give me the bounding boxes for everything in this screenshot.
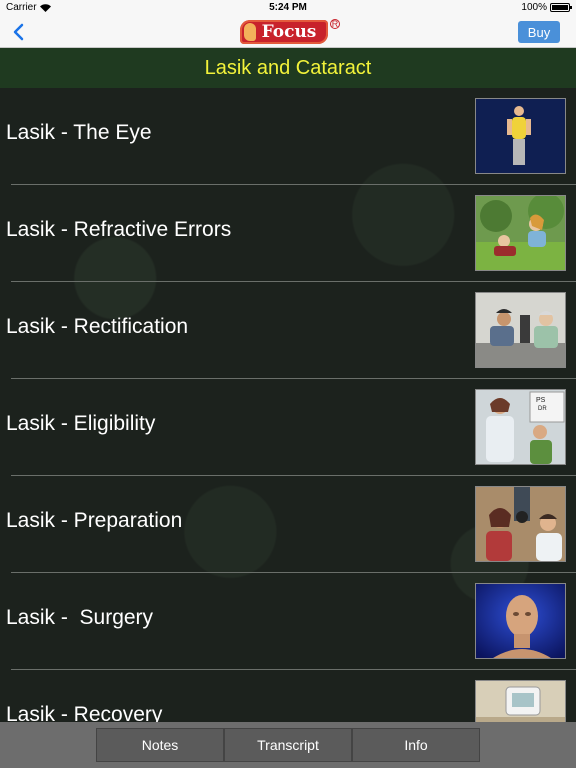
- tab-transcript[interactable]: Transcript: [224, 728, 352, 762]
- tab-info[interactable]: Info: [352, 728, 480, 762]
- section-header: Lasik and Cataract: [0, 48, 576, 88]
- tab-notes[interactable]: Notes: [96, 728, 224, 762]
- battery-status: 100%: [521, 2, 572, 13]
- list-item[interactable]: Lasik - Surgery: [0, 573, 576, 670]
- svg-text:DR: DR: [538, 406, 547, 412]
- eye-exam-machine-thumbnail: [475, 292, 566, 368]
- list-item[interactable]: Lasik - Preparation: [0, 476, 576, 573]
- svg-text:PS: PS: [536, 397, 546, 404]
- status-bar: Carrier 5:24 PM 100%: [0, 0, 576, 16]
- couple-on-grass-thumbnail: [475, 195, 566, 271]
- list-item[interactable]: Lasik - The Eye: [0, 88, 576, 185]
- lesson-title: Lasik - The Eye: [6, 121, 152, 144]
- back-button[interactable]: [6, 20, 30, 44]
- lesson-title: Lasik - Surgery: [6, 606, 154, 629]
- logo-head-icon: [244, 23, 256, 41]
- eye-test-preparation-thumbnail: [475, 486, 566, 562]
- bottom-tab-bar: Notes Transcript Info: [0, 722, 576, 768]
- logo-text: Focus: [261, 22, 317, 42]
- list-item[interactable]: Lasik - Eligibility PS DR: [0, 379, 576, 476]
- lesson-title: Lasik - Recovery: [6, 703, 163, 722]
- lesson-list[interactable]: Lasik - The Eye Lasik - Refractive Error…: [0, 88, 576, 722]
- lesson-title: Lasik - Refractive Errors: [6, 218, 232, 241]
- list-item[interactable]: Lasik - Recovery: [0, 670, 576, 722]
- lesson-title: Lasik - Eligibility: [6, 412, 156, 435]
- head-3d-model-thumbnail: [475, 583, 566, 659]
- chevron-left-icon: [13, 23, 24, 41]
- section-title: Lasik and Cataract: [204, 56, 372, 79]
- doctor-patient-chart-thumbnail: PS DR: [475, 389, 566, 465]
- registered-mark: R: [330, 19, 340, 29]
- lesson-title: Lasik - Rectification: [6, 315, 189, 338]
- lesson-title: Lasik - Preparation: [6, 509, 183, 532]
- clock-device-thumbnail: [475, 680, 566, 722]
- list-item[interactable]: Lasik - Rectification: [0, 282, 576, 379]
- battery-icon: [550, 3, 572, 12]
- focus-logo: Focus: [240, 20, 328, 44]
- battery-percent: 100%: [521, 2, 547, 13]
- clock-time: 5:24 PM: [269, 2, 307, 13]
- list-item[interactable]: Lasik - Refractive Errors: [0, 185, 576, 282]
- woman-standing-thumbnail: [475, 98, 566, 174]
- navigation-bar: Focus R Buy: [0, 16, 576, 48]
- buy-button[interactable]: Buy: [518, 21, 560, 43]
